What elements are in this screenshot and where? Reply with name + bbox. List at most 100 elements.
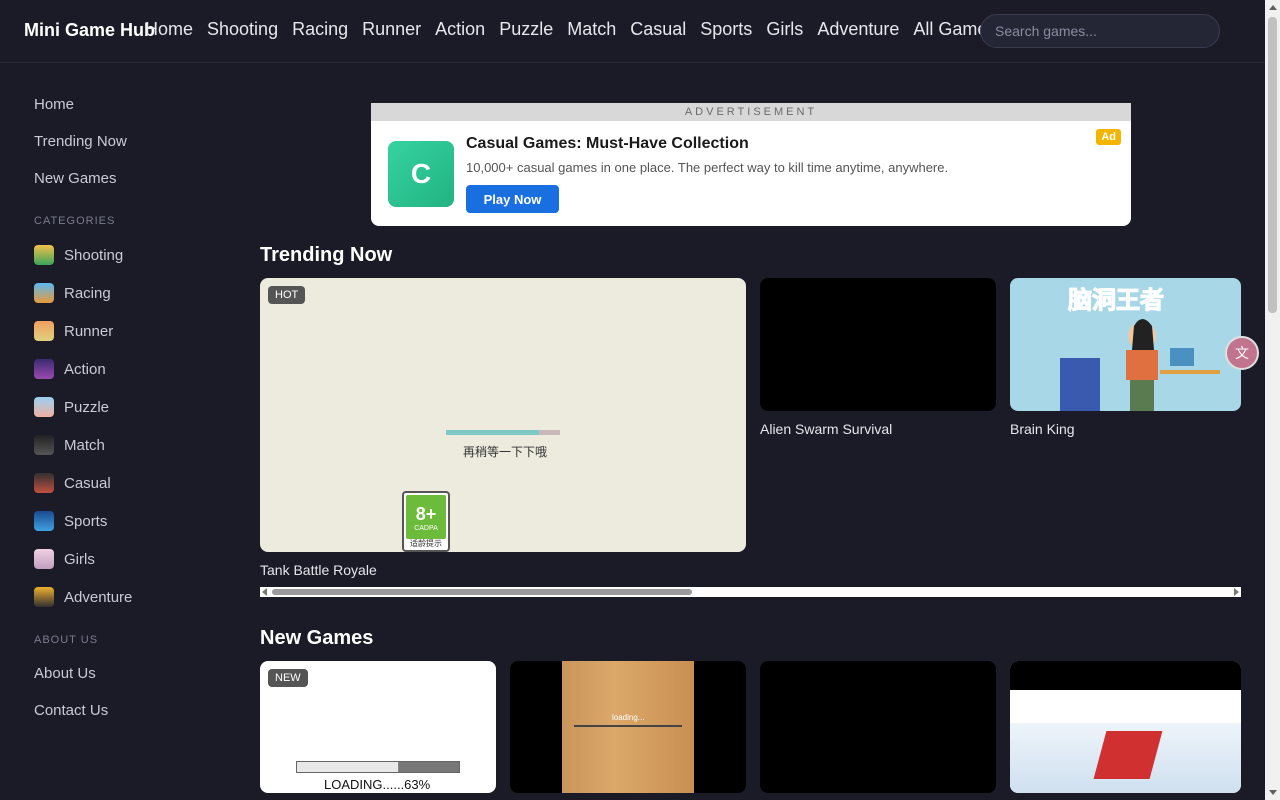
age-rating-badge: 8+ CADPA 适龄提示 — [402, 491, 450, 552]
sidebar-item-puzzle[interactable]: Puzzle — [34, 397, 109, 417]
game-card-new-3[interactable] — [760, 661, 996, 793]
game-title[interactable]: Tank Battle Royale — [260, 562, 377, 578]
scroll-down-arrow-icon[interactable] — [1269, 790, 1277, 795]
trending-horizontal-scrollbar[interactable] — [260, 587, 1241, 597]
nav-girls[interactable]: Girls — [766, 19, 803, 40]
sidebar-item-label: Runner — [64, 322, 114, 340]
nav-action[interactable]: Action — [435, 19, 485, 40]
ad-banner[interactable]: C Casual Games: Must-Have Collection 10,… — [371, 121, 1131, 226]
sidebar-item-sports[interactable]: Sports — [34, 511, 107, 531]
sidebar-item-label: Action — [64, 360, 106, 378]
trending-section-title: Trending Now — [260, 244, 393, 266]
nav-puzzle[interactable]: Puzzle — [499, 19, 553, 40]
nav-runner[interactable]: Runner — [362, 19, 421, 40]
loading-line — [574, 725, 682, 727]
ad-description: 10,000+ casual games in one place. The p… — [466, 160, 949, 175]
sidebar-item-girls[interactable]: Girls — [34, 549, 95, 569]
game-card-tank-battle-royale[interactable]: HOT 再稍等一下下哦 8+ CADPA 适龄提示 — [260, 278, 746, 552]
girls-thumbnail-icon — [34, 549, 54, 569]
sidebar-item-trending[interactable]: Trending Now — [34, 133, 127, 150]
categories-heading: CATEGORIES — [34, 215, 116, 227]
card-top-bar — [1010, 661, 1241, 690]
nav-shooting[interactable]: Shooting — [207, 19, 278, 40]
progress-remaining — [399, 762, 459, 772]
nav-casual[interactable]: Casual — [630, 19, 686, 40]
sidebar-item-shooting[interactable]: Shooting — [34, 245, 123, 265]
shooting-thumbnail-icon — [34, 245, 54, 265]
advertisement-label: ADVERTISEMENT — [371, 103, 1131, 121]
sidebar-item-contact-us[interactable]: Contact Us — [34, 702, 108, 719]
about-heading: ABOUT US — [34, 634, 99, 646]
sidebar-item-casual[interactable]: Casual — [34, 473, 111, 493]
nav-racing[interactable]: Racing — [292, 19, 348, 40]
sidebar-item-label: Girls — [64, 550, 95, 568]
sidebar-item-match[interactable]: Match — [34, 435, 105, 455]
loading-text: 再稍等一下下哦 — [463, 445, 548, 459]
sidebar-item-label: Racing — [64, 284, 111, 302]
sidebar-item-adventure[interactable]: Adventure — [34, 587, 132, 607]
sidebar-item-about-us[interactable]: About Us — [34, 665, 96, 682]
loading-progress-bar — [296, 761, 460, 773]
game-card-new-4[interactable] — [1010, 661, 1241, 793]
game-card-new-2[interactable]: loading... — [510, 661, 746, 793]
new-badge: NEW — [268, 669, 308, 687]
scroll-up-arrow-icon[interactable] — [1269, 5, 1277, 10]
new-games-section-title: New Games — [260, 627, 374, 649]
nav-home[interactable]: Home — [145, 19, 193, 40]
play-now-button[interactable]: Play Now — [466, 185, 559, 213]
scroll-right-arrow-icon[interactable] — [1234, 588, 1239, 596]
nav-adventure[interactable]: Adventure — [817, 19, 899, 40]
sports-thumbnail-icon — [34, 511, 54, 531]
sidebar: Home Trending Now New Games CATEGORIES S… — [0, 63, 230, 800]
wood-background: loading... — [562, 661, 694, 793]
game-card-new-1[interactable]: NEW LOADING......63% — [260, 661, 496, 793]
loading-text: loading... — [612, 713, 645, 722]
ad-badge: Ad — [1096, 129, 1121, 145]
ad-logo: C — [388, 141, 454, 207]
sidebar-item-label: Shooting — [64, 246, 124, 264]
sidebar-item-racing[interactable]: Racing — [34, 283, 111, 303]
ad-title: Casual Games: Must-Have Collection — [466, 135, 749, 152]
adventure-thumbnail-icon — [34, 587, 54, 607]
search-input[interactable] — [980, 14, 1220, 48]
page-scrollbar[interactable] — [1265, 0, 1280, 800]
translate-icon[interactable]: 文 — [1225, 336, 1259, 370]
racing-thumbnail-icon — [34, 283, 54, 303]
hot-badge: HOT — [268, 286, 306, 304]
rating-value-box: 8+ CADPA — [406, 495, 446, 539]
nav-match[interactable]: Match — [567, 19, 616, 40]
scroll-thumb[interactable] — [272, 589, 692, 595]
sidebar-item-action[interactable]: Action — [34, 359, 106, 379]
scroll-left-arrow-icon[interactable] — [262, 588, 267, 596]
nav-sports[interactable]: Sports — [700, 19, 752, 40]
page-scroll-thumb[interactable] — [1268, 17, 1277, 313]
casual-thumbnail-icon — [34, 473, 54, 493]
action-thumbnail-icon — [34, 359, 54, 379]
puzzle-thumbnail-icon — [34, 397, 54, 417]
site-logo[interactable]: Mini Game Hub — [24, 20, 155, 41]
sidebar-item-label: Puzzle — [64, 398, 110, 416]
loading-text: LOADING......63% — [324, 777, 431, 792]
game-card-alien-swarm-survival[interactable] — [760, 278, 996, 411]
rating-note: 适龄提示 — [410, 539, 442, 548]
sidebar-item-label: Match — [64, 436, 105, 454]
rating-org: CADPA — [414, 525, 438, 532]
sidebar-item-runner[interactable]: Runner — [34, 321, 113, 341]
runner-thumbnail-icon — [34, 321, 54, 341]
match-thumbnail-icon — [34, 435, 54, 455]
top-nav: Home Shooting Racing Runner Action Puzzl… — [145, 19, 1010, 40]
brain-king-illustration — [1060, 319, 1220, 411]
game-title[interactable]: Brain King — [1010, 421, 1075, 437]
game-card-brain-king[interactable]: 脑洞王者 — [1010, 278, 1241, 411]
sidebar-item-new-games[interactable]: New Games — [34, 170, 117, 187]
progress-fill — [446, 430, 540, 435]
sidebar-item-label: Adventure — [64, 588, 133, 606]
game-title[interactable]: Alien Swarm Survival — [760, 421, 892, 437]
loading-progress-bar — [446, 430, 560, 435]
sidebar-item-label: Sports — [64, 512, 108, 530]
sidebar-item-home[interactable]: Home — [34, 96, 74, 113]
sidebar-item-label: Casual — [64, 474, 111, 492]
top-header: Mini Game Hub Home Shooting Racing Runne… — [0, 0, 1265, 63]
progress-fill — [297, 762, 400, 772]
rating-value: 8+ — [415, 504, 437, 524]
